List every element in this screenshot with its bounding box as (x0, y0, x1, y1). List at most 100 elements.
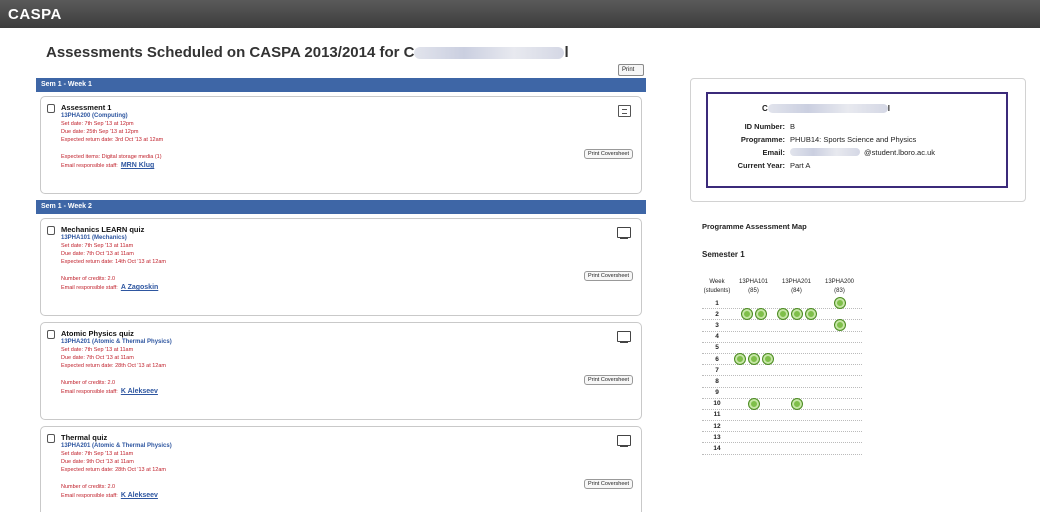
credits: Number of credits: 2.0 (61, 380, 116, 386)
assessment-dot-icon[interactable] (790, 397, 803, 410)
map-row: 10 (702, 397, 862, 410)
assessment-card: Thermal quiz 13PHA201 (Atomic & Thermal … (40, 426, 642, 512)
module-header: 13PHA201 (84) (781, 279, 812, 294)
select-checkbox[interactable] (47, 330, 55, 339)
set-date: Set date: 7th Sep '13 at 11am (61, 451, 134, 457)
due-date: Due date: 25th Sep '13 at 12pm (61, 129, 139, 135)
assessment-dot-icon[interactable] (790, 308, 803, 321)
week-number: 9 (715, 389, 719, 397)
email-value: @student.lboro.ac.uk (864, 148, 935, 158)
map-cell (818, 353, 861, 365)
module-code: 13PHA200 (Computing) (61, 113, 128, 119)
due-date: Due date: 7th Oct '13 at 11am (61, 251, 134, 257)
assessment-dot-icon[interactable] (833, 319, 846, 332)
year-label: Current Year: (737, 161, 785, 171)
map-cell (818, 319, 861, 332)
map-cell (818, 398, 861, 410)
student-details: Cl ID Number: B Programme: PHUB14: Sports … (706, 92, 1008, 188)
week-column-header: Week (students) (703, 279, 731, 294)
page-title-text: Assessments Scheduled on CASPA 2013/2014… (46, 44, 415, 61)
redacted-email (790, 148, 860, 157)
assessment-dot-icon[interactable] (733, 353, 746, 366)
map-row: 12 (702, 421, 862, 433)
map-cell (818, 308, 861, 320)
week-header-1: Sem 1 - Week 1 (36, 78, 646, 92)
week-number: 4 (715, 333, 719, 341)
week-number: 10 (713, 400, 721, 408)
select-checkbox[interactable] (47, 226, 55, 235)
assessment-dot-icon[interactable] (754, 308, 767, 321)
page-title-tail: l (564, 44, 569, 61)
week-header-2: Sem 1 - Week 2 (36, 200, 646, 214)
assessment-dot-icon[interactable] (747, 397, 760, 410)
module-code: 13PHA101 (Mechanics) (61, 235, 127, 241)
module-header: 13PHA101 (85) (738, 279, 769, 294)
map-cell (775, 353, 818, 365)
map-cell (732, 397, 775, 410)
staff-email-link[interactable]: K Alekseev (121, 492, 158, 499)
week-number: 7 (715, 366, 719, 374)
map-row: 7 (702, 365, 862, 377)
select-checkbox[interactable] (47, 434, 55, 443)
credits: Number of credits: 2.0 (61, 276, 116, 282)
map-cell (775, 308, 818, 321)
assessment-map-title: Programme Assessment Map (702, 222, 807, 231)
assessment-map-grid: Week (students) 13PHA101 (85) 13PHA201 (84)… (702, 278, 862, 455)
assessment-card: Assessment 1 13PHA200 (Computing) Set da… (40, 96, 642, 194)
print-coversheet-button[interactable]: Print Coversheet (584, 271, 633, 281)
computer-icon (617, 331, 631, 343)
due-date: Due date: 9th Oct '13 at 11am (61, 459, 134, 465)
print-coversheet-button[interactable]: Print Coversheet (584, 479, 633, 489)
app-header: CASPA (0, 0, 1040, 28)
assessment-title: Mechanics LEARN quiz (61, 225, 145, 234)
semester-title: Semester 1 (702, 250, 745, 259)
assessment-dot-icon[interactable] (776, 308, 789, 321)
map-cell (775, 319, 818, 331)
assessment-card: Mechanics LEARN quiz 13PHA101 (Mechanics… (40, 218, 642, 316)
year-value: Part A (790, 161, 811, 171)
week-number: 14 (713, 445, 721, 453)
assessment-dot-icon[interactable] (761, 353, 774, 366)
assessment-dot-icon[interactable] (740, 308, 753, 321)
set-date: Set date: 7th Sep '13 at 11am (61, 243, 134, 249)
week-label: Sem 1 - Week 1 (41, 81, 92, 88)
set-date: Set date: 7th Sep '13 at 11am (61, 347, 134, 353)
module-header: 13PHA200 (83) (824, 279, 855, 294)
staff-email-link[interactable]: MRN Klug (121, 162, 154, 169)
assessment-dot-icon[interactable] (804, 308, 817, 321)
redacted-name (414, 47, 565, 60)
grid-rows: 1 2 3 4 5 6 7 8 9 10 11 12 13 14 (702, 297, 862, 455)
assessment-list: Sem 1 - Week 1 Assessment 1 13PHA200 (Co… (36, 78, 646, 512)
map-cell (818, 297, 861, 310)
print-coversheet-button[interactable]: Print Coversheet (584, 375, 633, 385)
staff-label: Email responsible staff: (61, 285, 118, 291)
assessment-title: Atomic Physics quiz (61, 329, 134, 338)
map-row: 13 (702, 432, 862, 444)
map-row: 11 (702, 410, 862, 422)
week-number: 1 (715, 299, 719, 307)
map-cell (732, 308, 775, 321)
staff-email-link[interactable]: A Zagoskin (121, 284, 158, 291)
id-label: ID Number: (744, 122, 785, 132)
map-cell (732, 297, 775, 309)
staff-label: Email responsible staff: (61, 163, 118, 169)
document-stack-icon (618, 105, 631, 117)
student-name: Cl (762, 104, 891, 114)
staff-email-link[interactable]: K Alekseev (121, 388, 158, 395)
week-label: Sem 1 - Week 2 (41, 203, 92, 210)
programme-value: PHUB14: Sports Science and Physics (790, 135, 917, 145)
map-row: 3 (702, 319, 862, 332)
print-button[interactable]: Print (618, 64, 644, 76)
print-label: Print (622, 67, 635, 73)
id-value: B (790, 122, 796, 132)
assessment-dot-icon[interactable] (833, 297, 846, 310)
assessment-dot-icon[interactable] (747, 353, 760, 366)
redacted-name (767, 104, 888, 114)
programme-label: Programme: (740, 135, 785, 145)
staff-label: Email responsible staff: (61, 389, 118, 395)
print-coversheet-button[interactable]: Print Coversheet (584, 149, 633, 159)
select-checkbox[interactable] (47, 104, 55, 113)
map-row: 14 (702, 443, 862, 455)
email-label: Email: (762, 148, 785, 158)
week-number: 2 (715, 310, 719, 318)
